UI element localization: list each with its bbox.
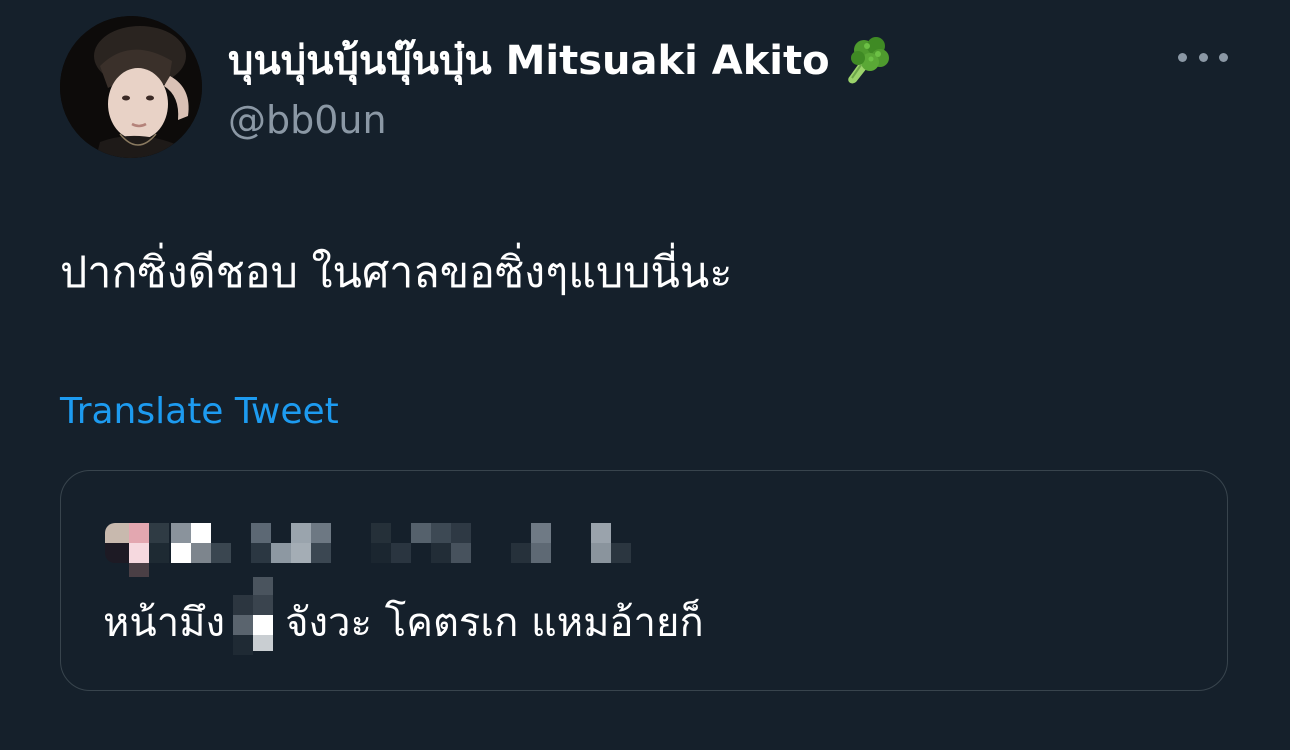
broccoli-icon	[834, 32, 892, 90]
quoted-author-pixelated	[105, 519, 635, 577]
tweet-text: ปากซิ่งดีชอบ ในศาลขอซิ่งๆแบบนี่นะ	[60, 248, 733, 298]
avatar-photo	[60, 16, 202, 158]
quoted-text-after: จังวะ โคตรเก แหมอ้ายก็	[285, 600, 704, 646]
quoted-tweet-card[interactable]: หน้ามึง จังวะ โคตรเก แหมอ้ายก็	[60, 470, 1228, 691]
quoted-tweet-text: หน้ามึง จังวะ โคตรเก แหมอ้ายก็	[103, 577, 704, 655]
author-display-name[interactable]: บุนบุ่นบุ้นบุ๊นบุ๋น Mitsuaki Akito	[228, 32, 892, 90]
translate-tweet-link[interactable]: Translate Tweet	[60, 388, 339, 436]
author-handle[interactable]: @bb0un	[228, 96, 387, 144]
censored-word	[233, 577, 277, 655]
quoted-text-before: หน้ามึง	[103, 600, 226, 646]
tweet-detail-page: บุนบุ่นบุ้นบุ๊นบุ๋น Mitsuaki Akito @bb0u…	[0, 0, 1290, 750]
author-name-text: บุนบุ่นบุ้นบุ๊นบุ๋น Mitsuaki Akito	[228, 38, 830, 84]
author-avatar[interactable]	[60, 16, 202, 158]
more-horizontal-icon-dot	[1198, 52, 1208, 62]
more-options-button[interactable]	[1178, 40, 1228, 74]
more-horizontal-icon-dot	[1219, 52, 1228, 62]
more-horizontal-icon	[1178, 52, 1187, 62]
